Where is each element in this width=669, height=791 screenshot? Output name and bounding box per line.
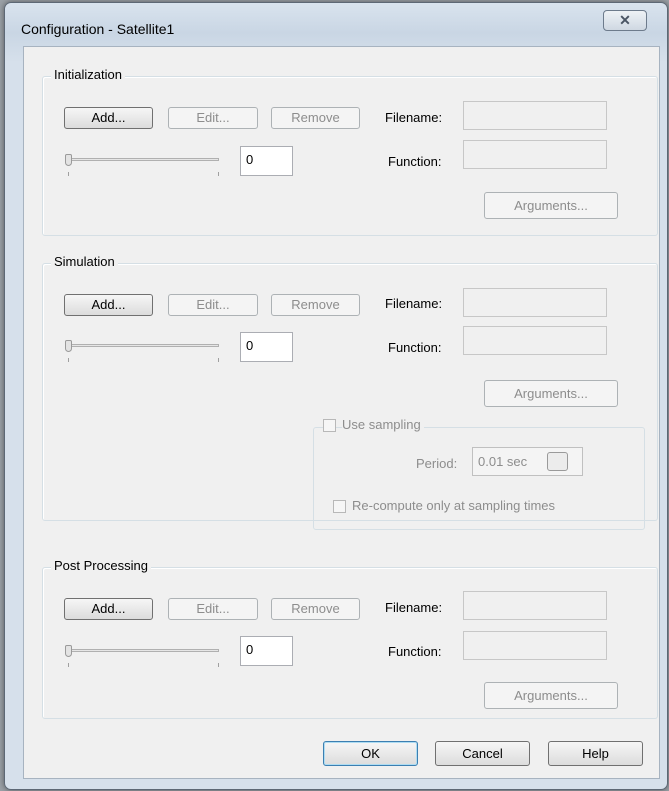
post-slider-tick — [68, 663, 69, 667]
initialization-group: Initialization Add... Edit... Remove Fil… — [42, 67, 658, 236]
init-slider-tick — [218, 172, 219, 176]
use-sampling-label[interactable]: Use sampling — [342, 417, 424, 432]
sim-filename-field — [463, 288, 607, 317]
ok-button[interactable]: OK — [323, 741, 418, 766]
recompute-label[interactable]: Re-compute only at sampling times — [352, 498, 555, 513]
initialization-title: Initialization — [51, 67, 125, 82]
dialog-client-area: Initialization Add... Edit... Remove Fil… — [23, 46, 660, 779]
simulation-group: Simulation Add... Edit... Remove Filenam… — [42, 254, 658, 530]
sim-slider-track — [68, 344, 219, 347]
init-slider-thumb[interactable] — [65, 154, 72, 166]
cancel-button[interactable]: Cancel — [435, 741, 530, 766]
sim-function-field — [463, 326, 607, 355]
post-edit-button[interactable]: Edit... — [168, 598, 258, 620]
init-number-input[interactable]: 0 — [240, 146, 293, 176]
post-slider-thumb[interactable] — [65, 645, 72, 657]
post-processing-title: Post Processing — [51, 558, 151, 573]
sim-number-input[interactable]: 0 — [240, 332, 293, 362]
post-slider-track — [68, 649, 219, 652]
init-arguments-button[interactable]: Arguments... — [484, 192, 618, 219]
window-title: Configuration - Satellite1 — [21, 21, 175, 37]
init-add-button[interactable]: Add... — [64, 107, 153, 129]
sim-filename-label: Filename: — [385, 296, 443, 311]
period-label: Period: — [416, 456, 458, 471]
simulation-title: Simulation — [51, 254, 118, 269]
sim-edit-button[interactable]: Edit... — [168, 294, 258, 316]
init-slider-track — [68, 158, 219, 161]
init-filename-field — [463, 101, 607, 130]
init-slider-tick — [68, 172, 69, 176]
init-function-label: Function: — [388, 154, 442, 169]
init-filename-label: Filename: — [385, 110, 443, 125]
post-number-input[interactable]: 0 — [240, 636, 293, 666]
sim-remove-button[interactable]: Remove — [271, 294, 360, 316]
sim-arguments-button[interactable]: Arguments... — [484, 380, 618, 407]
post-remove-button[interactable]: Remove — [271, 598, 360, 620]
sim-slider-tick — [218, 358, 219, 362]
sim-function-label: Function: — [388, 340, 442, 355]
post-filename-field — [463, 591, 607, 620]
init-edit-button[interactable]: Edit... — [168, 107, 258, 129]
sim-slider-thumb[interactable] — [65, 340, 72, 352]
help-button[interactable]: Help — [548, 741, 643, 766]
close-button[interactable]: ✕ — [603, 10, 647, 31]
calculator-icon[interactable] — [547, 452, 568, 471]
post-processing-group: Post Processing Add... Edit... Remove Fi… — [42, 558, 658, 719]
post-function-label: Function: — [388, 644, 442, 659]
use-sampling-checkbox[interactable] — [323, 419, 336, 432]
post-arguments-button[interactable]: Arguments... — [484, 682, 618, 709]
recompute-checkbox[interactable] — [333, 500, 346, 513]
configuration-dialog: Configuration - Satellite1 ✕ Initializat… — [4, 2, 668, 790]
sim-add-button[interactable]: Add... — [64, 294, 153, 316]
post-function-field — [463, 631, 607, 660]
post-add-button[interactable]: Add... — [64, 598, 153, 620]
sampling-group — [313, 427, 645, 530]
post-filename-label: Filename: — [385, 600, 443, 615]
sim-slider-tick — [68, 358, 69, 362]
init-remove-button[interactable]: Remove — [271, 107, 360, 129]
init-function-field — [463, 140, 607, 169]
post-slider-tick — [218, 663, 219, 667]
